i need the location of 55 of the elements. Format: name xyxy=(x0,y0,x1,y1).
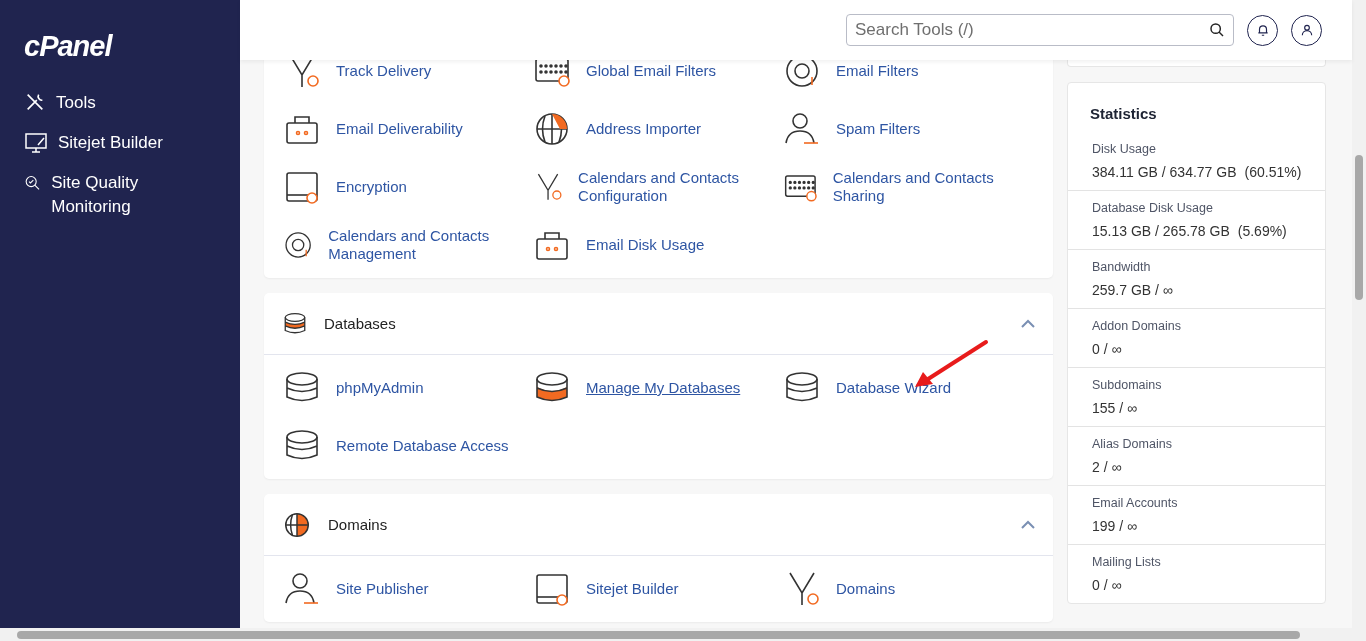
tool-link[interactable]: Email Disk Usage xyxy=(532,216,705,274)
stat-value: 0 / ∞ xyxy=(1092,576,1122,595)
notifications-button[interactable] xyxy=(1247,14,1278,46)
section-title: Domains xyxy=(328,516,389,533)
stat-label: Email Accounts xyxy=(1092,496,1178,510)
tool-link[interactable]: Address Importer xyxy=(532,100,702,158)
search-icon xyxy=(1209,22,1225,38)
stat-value: 15.13 GB / 265.78 GB (5.69%) xyxy=(1092,222,1287,241)
search-field[interactable]: Search Tools (/) xyxy=(846,14,1234,46)
tool-link[interactable]: Remote Database Access xyxy=(282,417,509,475)
stat-label: Subdomains xyxy=(1092,378,1162,392)
user-icon xyxy=(1299,23,1314,37)
tool-link[interactable]: Calendars and Contacts Sharing xyxy=(782,158,1032,216)
stat-label: Mailing Lists xyxy=(1092,555,1161,569)
tool-link[interactable]: Database Wizard xyxy=(782,359,952,417)
horizontal-scrollbar[interactable] xyxy=(0,628,1366,641)
stat-value: 2 / ∞ xyxy=(1092,458,1122,477)
stat-label: Disk Usage xyxy=(1092,142,1156,156)
stat-label: Addon Domains xyxy=(1092,319,1181,333)
sidebar-item[interactable]: Sitejet Builder xyxy=(24,131,163,155)
tool-link[interactable]: Track Delivery xyxy=(282,60,432,100)
monitor-icon xyxy=(24,131,48,155)
vertical-scrollbar[interactable] xyxy=(1352,0,1366,628)
tool-link[interactable]: Calendars and Contacts Configuration xyxy=(532,158,782,216)
sidebar-item[interactable]: Site Quality Monitoring xyxy=(24,171,174,219)
collapse-button[interactable] xyxy=(1021,318,1035,329)
chevron-icon xyxy=(1021,519,1035,530)
collapse-button[interactable] xyxy=(1021,519,1035,530)
stat-value: 384.11 GB / 634.77 GB (60.51%) xyxy=(1092,163,1302,182)
section-title: Databases xyxy=(324,315,397,332)
cpanel-logo[interactable]: cPanel xyxy=(24,30,112,63)
chevron-icon xyxy=(1021,318,1035,329)
tool-link[interactable]: Calendars and Contacts Management xyxy=(282,216,532,274)
stat-label: Bandwidth xyxy=(1092,260,1151,274)
tool-link[interactable]: Spam Filters xyxy=(782,100,921,158)
stat-value: 155 / ∞ xyxy=(1092,399,1137,418)
bell-icon xyxy=(1255,23,1270,37)
tool-link[interactable]: Domains xyxy=(782,560,896,618)
tool-link[interactable]: Global Email Filters xyxy=(532,60,717,100)
tool-link[interactable]: Encryption xyxy=(282,158,407,216)
tool-link[interactable]: Manage My Databases xyxy=(532,359,741,417)
user-button[interactable] xyxy=(1291,14,1322,46)
stat-label: Alias Domains xyxy=(1092,437,1172,451)
tool-link[interactable]: Sitejet Builder xyxy=(532,560,679,618)
stat-value: 0 / ∞ xyxy=(1092,340,1122,359)
tool-link[interactable]: Email Filters xyxy=(782,60,919,100)
tool-link[interactable]: Site Publisher xyxy=(282,560,429,618)
stat-value: 259.7 GB / ∞ xyxy=(1092,281,1173,300)
tools-icon xyxy=(24,91,46,113)
sidebar-item[interactable]: Tools xyxy=(24,91,96,115)
stat-value: 199 / ∞ xyxy=(1092,517,1137,536)
tool-link[interactable]: phpMyAdmin xyxy=(282,359,424,417)
stat-label: Database Disk Usage xyxy=(1092,201,1213,215)
tool-link[interactable]: Email Deliverability xyxy=(282,100,463,158)
statistics-title: Statistics xyxy=(1089,104,1158,124)
